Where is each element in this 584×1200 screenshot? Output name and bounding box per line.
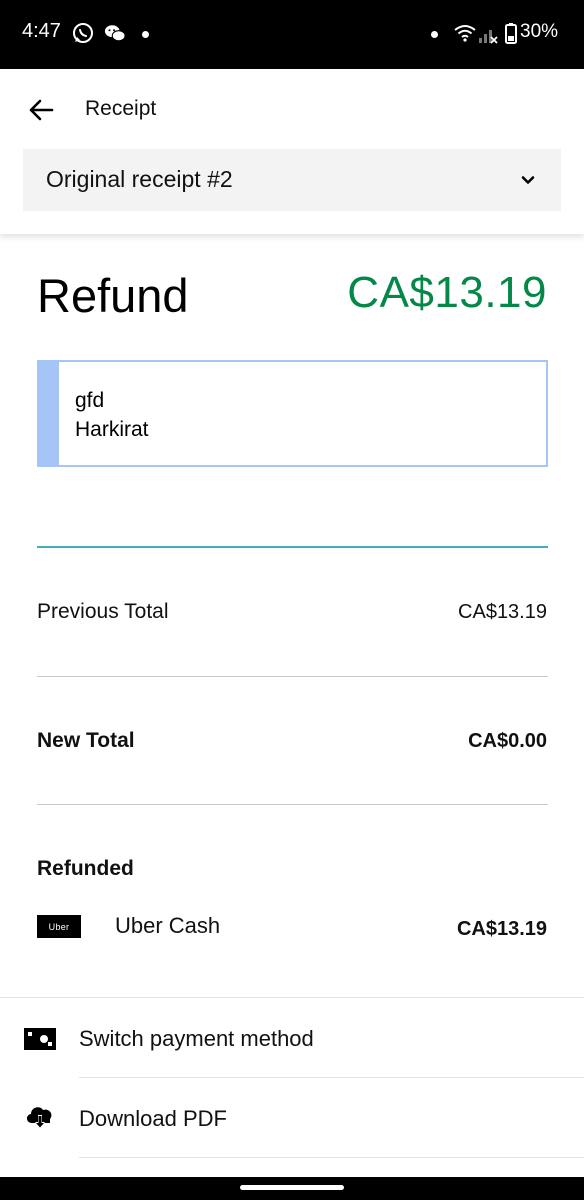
note-line: gfd: [75, 389, 105, 412]
divider: [0, 997, 584, 998]
refund-note: gfd Harkirat: [37, 360, 548, 467]
wifi-icon: [454, 25, 476, 42]
receipt-select[interactable]: Original receipt #2: [23, 149, 561, 211]
switch-payment-method-label: Switch payment method: [79, 1026, 314, 1051]
home-gesture-handle[interactable]: [240, 1185, 344, 1190]
switch-payment-method-button[interactable]: Switch payment method: [0, 1000, 584, 1078]
refund-title: Refund: [37, 269, 189, 322]
previous-total-value: CA$13.19: [458, 601, 547, 623]
wechat-icon: [104, 25, 126, 42]
uber-logo: Uber: [37, 915, 81, 938]
whatsapp-icon: [73, 23, 93, 43]
divider: [79, 1157, 584, 1158]
arrow-left-icon: [29, 99, 54, 121]
cloud-download-icon: [26, 1107, 52, 1128]
note-line: Harkirat: [75, 418, 149, 441]
section-divider: [37, 546, 548, 548]
status-bar: 4:47 30%: [0, 0, 584, 69]
app-bar: Receipt Original receipt #2: [0, 69, 584, 234]
new-total-label: New Total: [37, 729, 135, 752]
divider: [37, 804, 548, 805]
notification-dot: [142, 31, 149, 38]
refunded-heading: Refunded: [37, 857, 134, 880]
divider: [79, 1077, 584, 1078]
back-button[interactable]: [24, 93, 58, 127]
previous-total-label: Previous Total: [37, 600, 169, 623]
download-pdf-label: Download PDF: [79, 1106, 227, 1131]
notification-dot-right: [431, 31, 438, 38]
signal-icon: [479, 30, 498, 44]
refunded-amount: CA$13.19: [456, 918, 547, 940]
download-pdf-button[interactable]: Download PDF: [0, 1079, 584, 1157]
system-nav-bar: [0, 1177, 584, 1200]
chevron-down-icon: [521, 176, 535, 184]
page-title: Receipt: [85, 97, 157, 120]
note-accent-bar: [37, 360, 59, 467]
divider: [37, 676, 548, 677]
payment-card-icon: [24, 1028, 56, 1050]
status-time: 4:47: [22, 20, 61, 42]
battery-icon: [505, 23, 517, 44]
battery-percentage: 30%: [520, 21, 559, 42]
new-total-value: CA$0.00: [468, 730, 547, 752]
refund-amount: CA$13.19: [347, 268, 547, 317]
payment-method-label: Uber Cash: [115, 913, 221, 938]
receipt-select-value: Original receipt #2: [46, 166, 233, 192]
